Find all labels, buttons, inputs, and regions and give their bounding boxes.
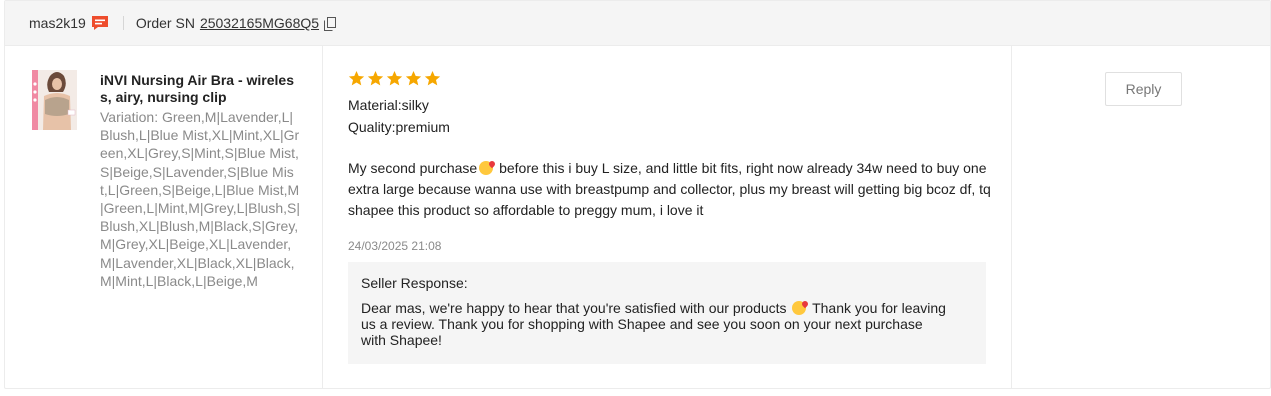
review-card: mas2k19 Order SN 25032165MG68Q5 iNVI Nur… [4, 0, 1271, 389]
seller-response-panel: Seller Response: Dear mas, we're happy t… [348, 262, 986, 364]
comment-text-start: My second purchase [348, 160, 478, 176]
review-column: Material:silky Quality:premium My second… [323, 46, 1012, 389]
order-sn-link[interactable]: 25032165MG68Q5 [200, 15, 319, 31]
hearts-emoji-icon [792, 301, 807, 315]
product-variation: Variation: Green,M|Lavender,L|Blush,L|Bl… [100, 109, 300, 289]
star-icon [424, 71, 441, 86]
buyer-username[interactable]: mas2k19 [29, 15, 86, 31]
seller-response-body: Dear mas, we're happy to hear that you'r… [361, 299, 951, 348]
star-icon [405, 71, 422, 86]
rating-stars [348, 70, 441, 87]
response-text-start: Dear mas, we're happy to hear that you'r… [361, 300, 791, 316]
review-comment: My second purchase before this i buy L s… [348, 158, 993, 221]
review-material: Material:silky [348, 97, 429, 113]
star-icon [348, 71, 365, 86]
kiss-emoji-icon [479, 161, 494, 175]
order-header: mas2k19 Order SN 25032165MG68Q5 [5, 1, 1270, 46]
review-date: 24/03/2025 21:08 [348, 239, 442, 253]
star-icon [367, 71, 384, 86]
reply-button[interactable]: Reply [1105, 72, 1182, 106]
product-name[interactable]: iNVI Nursing Air Bra - wireless, airy, n… [100, 72, 300, 106]
star-icon [386, 71, 403, 86]
product-column: iNVI Nursing Air Bra - wireless, airy, n… [5, 46, 323, 389]
review-quality: Quality:premium [348, 119, 450, 135]
header-divider [122, 16, 124, 30]
seller-response-title: Seller Response: [361, 275, 468, 291]
order-sn-label: Order SN [135, 15, 195, 31]
chat-icon[interactable] [91, 15, 109, 31]
copy-icon[interactable] [324, 17, 337, 31]
product-thumbnail[interactable] [32, 70, 77, 130]
